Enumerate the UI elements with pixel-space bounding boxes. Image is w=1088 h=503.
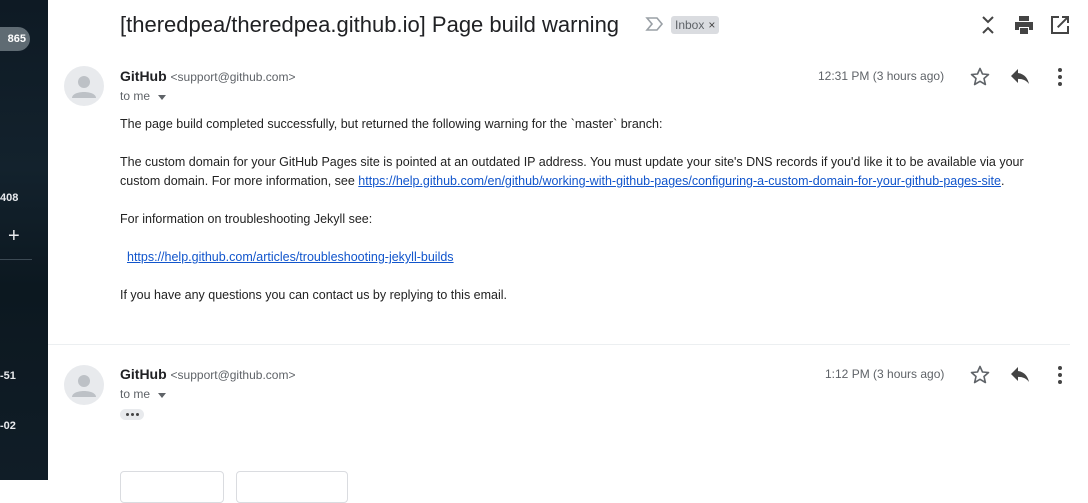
sender-name: GitHub xyxy=(120,68,167,84)
reply-icon[interactable] xyxy=(1008,363,1032,387)
message-body: The page build completed successfully, b… xyxy=(120,115,1065,305)
more-vert-icon[interactable] xyxy=(1048,65,1072,89)
remove-label-icon[interactable]: × xyxy=(708,16,715,34)
message-timestamp: 1:12 PM (3 hours ago) xyxy=(825,367,945,381)
sidebar-divider xyxy=(0,259,32,260)
to-me-label: to me xyxy=(120,387,151,401)
dot-icon xyxy=(135,413,139,416)
custom-domain-help-link[interactable]: https://help.github.com/en/github/workin… xyxy=(358,174,1001,188)
show-trimmed-content-button[interactable] xyxy=(120,409,144,420)
to-me-label: to me xyxy=(120,89,151,103)
body-paragraph-2: The custom domain for your GitHub Pages … xyxy=(120,153,1065,191)
more-vert-icon[interactable] xyxy=(1048,363,1072,387)
default-avatar-icon xyxy=(72,375,96,397)
sender-email: <support@github.com> xyxy=(170,368,296,382)
dot-icon xyxy=(130,413,134,416)
reply-icon[interactable] xyxy=(1008,65,1032,89)
email-thread-view: [theredpea/theredpea.github.io] Page bui… xyxy=(48,0,1088,503)
sidebar-label-02[interactable]: -02 xyxy=(0,420,16,432)
sender-name: GitHub xyxy=(120,366,167,382)
body-line-4: If you have any questions you can contac… xyxy=(120,288,508,302)
label-text: Inbox xyxy=(675,18,705,32)
add-icon[interactable]: + xyxy=(8,226,20,246)
jekyll-troubleshooting-link[interactable]: https://help.github.com/articles/trouble… xyxy=(127,250,454,264)
sender-email: <support@github.com> xyxy=(170,70,296,84)
sender-info[interactable]: GitHub <support@github.com> xyxy=(120,366,295,382)
print-icon[interactable] xyxy=(1012,13,1036,37)
body-line-2-end: . xyxy=(1001,174,1005,188)
recipient-details[interactable]: to me xyxy=(120,387,167,401)
forward-button[interactable] xyxy=(236,471,348,503)
left-sidebar: 865 408 + -51 -02 xyxy=(0,0,48,480)
star-icon[interactable] xyxy=(968,65,992,89)
chevron-down-icon[interactable] xyxy=(158,94,167,100)
inbox-label-chip[interactable]: Inbox × xyxy=(671,16,720,34)
body-line-3: For information on troubleshooting Jekyl… xyxy=(120,212,373,226)
body-link-paragraph: https://help.github.com/articles/trouble… xyxy=(120,248,1065,267)
sender-avatar xyxy=(64,365,104,405)
open-in-new-window-icon[interactable] xyxy=(1048,13,1072,37)
sender-info[interactable]: GitHub <support@github.com> xyxy=(120,68,295,84)
recipient-details[interactable]: to me xyxy=(120,89,167,103)
unread-count-badge[interactable]: 865 xyxy=(0,27,30,51)
collapse-all-icon[interactable] xyxy=(976,13,1000,37)
message-timestamp: 12:31 PM (3 hours ago) xyxy=(818,69,945,83)
sidebar-label-408[interactable]: 408 xyxy=(0,192,18,204)
dot-icon xyxy=(125,413,129,416)
importance-marker-icon[interactable] xyxy=(644,15,666,33)
star-icon[interactable] xyxy=(968,363,992,387)
sender-avatar xyxy=(64,66,104,106)
message-divider xyxy=(48,344,1070,345)
reply-button[interactable] xyxy=(120,471,224,503)
default-avatar-icon xyxy=(72,76,96,98)
chevron-down-icon[interactable] xyxy=(158,392,167,398)
email-subject: [theredpea/theredpea.github.io] Page bui… xyxy=(120,12,620,37)
body-line-1: The page build completed successfully, b… xyxy=(120,117,663,131)
sidebar-label-51[interactable]: -51 xyxy=(0,370,16,382)
